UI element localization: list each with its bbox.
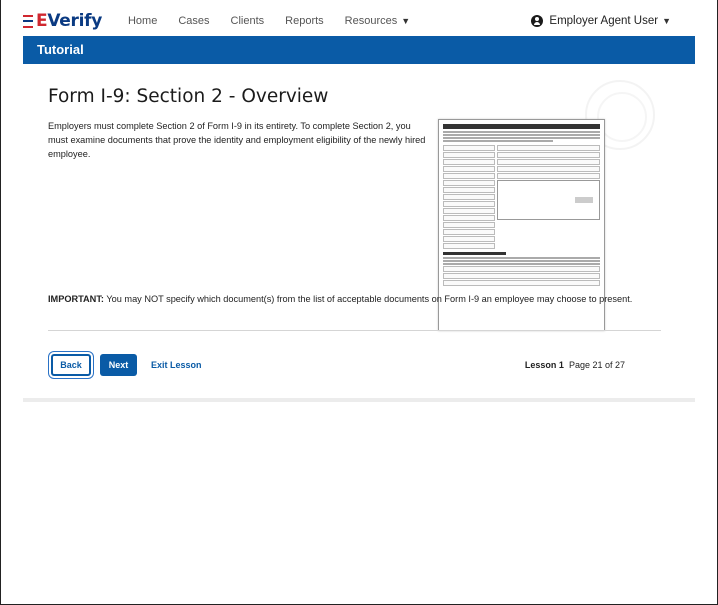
important-note: IMPORTANT: You may NOT specify which doc… — [48, 294, 632, 304]
page-title: Form I-9: Section 2 - Overview — [48, 86, 329, 107]
nav-resources[interactable]: Resources ▼ — [345, 15, 411, 27]
tutorial-bar-title: Tutorial — [37, 42, 84, 57]
user-avatar-icon — [531, 15, 544, 27]
back-button[interactable]: Back — [51, 354, 91, 376]
important-text: You may NOT specify which document(s) fr… — [103, 294, 633, 304]
top-navigation: E Verify Home Cases Clients Reports Resou… — [23, 6, 695, 36]
chevron-down-icon: ▼ — [662, 16, 671, 26]
user-name: Employer Agent User — [549, 15, 659, 27]
lesson-progress: Lesson 1 Page 21 of 27 — [525, 360, 625, 370]
nav-resources-label: Resources — [344, 15, 398, 27]
divider — [48, 330, 661, 331]
lesson-label: Lesson 1 — [524, 360, 564, 370]
exit-lesson-link[interactable]: Exit Lesson — [151, 360, 202, 370]
everify-logo[interactable]: E Verify — [23, 11, 102, 31]
intro-paragraph: Employers must complete Section 2 of For… — [48, 121, 426, 159]
tutorial-bar: Tutorial — [23, 36, 695, 64]
lesson-content: Form I-9: Section 2 - Overview Employers… — [23, 64, 695, 402]
next-button[interactable]: Next — [100, 354, 137, 376]
user-menu[interactable]: Employer Agent User ▼ — [531, 15, 671, 27]
important-label: IMPORTANT: — [48, 294, 104, 304]
nav-clients[interactable]: Clients — [231, 15, 265, 27]
page-counter: Page 21 of 27 — [568, 360, 625, 370]
nav-links: Home Cases Clients Reports Resources ▼ — [128, 15, 410, 27]
chevron-down-icon: ▼ — [401, 16, 411, 26]
logo-text: Verify — [47, 11, 102, 31]
flag-icon — [23, 14, 33, 28]
nav-reports[interactable]: Reports — [285, 15, 324, 27]
nav-home[interactable]: Home — [128, 15, 157, 27]
logo-prefix: E — [36, 11, 48, 31]
window-frame: E Verify Home Cases Clients Reports Resou… — [0, 0, 718, 605]
nav-cases[interactable]: Cases — [178, 15, 209, 27]
